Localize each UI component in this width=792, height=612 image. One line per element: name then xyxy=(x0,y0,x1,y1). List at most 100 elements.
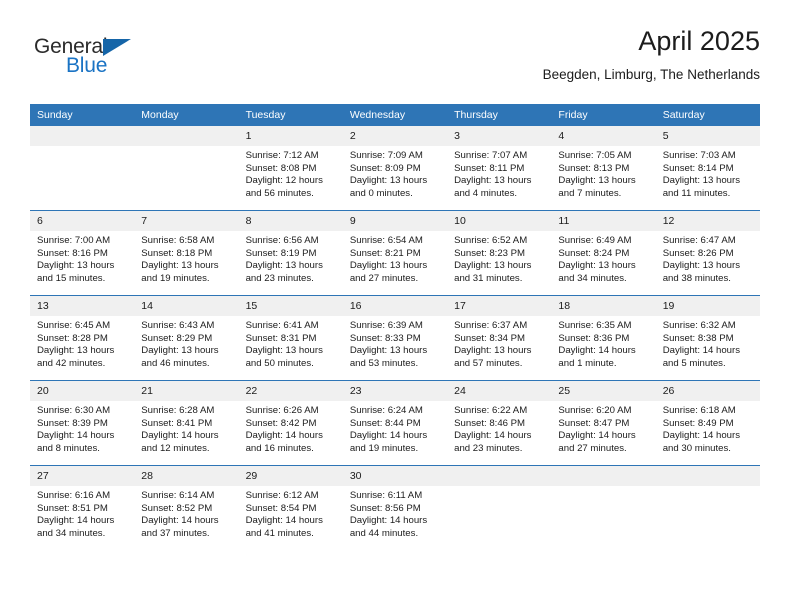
day-details: Sunrise: 6:39 AM Sunset: 8:33 PM Daylight:… xyxy=(343,316,447,370)
weekday-header-friday: Friday xyxy=(551,104,656,126)
sunrise-text: Sunrise: 7:05 AM xyxy=(558,150,632,161)
calendar-day-cell[interactable]: 11 Sunrise: 6:49 AM Sunset: 8:24 PM Dayligh… xyxy=(551,210,656,296)
daylight-text: Daylight: 14 hours xyxy=(37,430,115,442)
calendar-day-cell[interactable]: 8 Sunrise: 6:56 AM Sunset: 8:19 PM Daylight… xyxy=(238,210,343,296)
day-details: Sunrise: 6:22 AM Sunset: 8:46 PM Daylight:… xyxy=(447,401,551,455)
calendar-day-cell[interactable]: 24 Sunrise: 6:22 AM Sunset: 8:46 PM Dayligh… xyxy=(447,380,552,466)
sunrise-text: Sunrise: 6:30 AM xyxy=(37,405,111,416)
calendar-day-cell[interactable]: 14 Sunrise: 6:43 AM Sunset: 8:29 PM Dayligh… xyxy=(134,295,239,381)
daylight-text: Daylight: 12 hours xyxy=(245,175,323,187)
calendar-day-cell[interactable]: 7 Sunrise: 6:58 AM Sunset: 8:18 PM Daylight… xyxy=(134,210,239,296)
daylight-text: Daylight: 14 hours xyxy=(558,430,636,442)
calendar-day-cell[interactable]: 21 Sunrise: 6:28 AM Sunset: 8:41 PM Dayligh… xyxy=(134,380,239,466)
day-number: 1 xyxy=(238,126,343,146)
daylight-text-cont: and 31 minutes. xyxy=(454,272,523,284)
daylight-text: Daylight: 13 hours xyxy=(245,345,323,357)
day-details: Sunrise: 6:18 AM Sunset: 8:49 PM Daylight:… xyxy=(656,401,760,455)
daylight-text: Daylight: 13 hours xyxy=(141,260,219,272)
day-details: Sunrise: 6:56 AM Sunset: 8:19 PM Daylight:… xyxy=(239,231,343,285)
calendar-day-cell[interactable]: 26 Sunrise: 6:18 AM Sunset: 8:49 PM Dayligh… xyxy=(655,380,760,466)
sunrise-text: Sunrise: 6:14 AM xyxy=(141,490,215,501)
daylight-text-cont: and 8 minutes. xyxy=(37,442,100,454)
day-number: 6 xyxy=(30,211,135,231)
day-details: Sunrise: 7:00 AM Sunset: 8:16 PM Daylight:… xyxy=(30,231,134,285)
calendar-day-cell[interactable]: 2 Sunrise: 7:09 AM Sunset: 8:09 PM Daylight… xyxy=(342,126,448,211)
calendar-day-cell[interactable]: 3 Sunrise: 7:07 AM Sunset: 8:11 PM Daylight… xyxy=(447,126,552,211)
calendar-day-cell[interactable]: 28 Sunrise: 6:14 AM Sunset: 8:52 PM Dayligh… xyxy=(134,465,239,550)
sunset-text: Sunset: 8:33 PM xyxy=(349,332,421,344)
sunset-text: Sunset: 8:34 PM xyxy=(454,332,526,344)
sunrise-text: Sunrise: 7:09 AM xyxy=(349,150,423,161)
day-number: 18 xyxy=(551,296,656,316)
daylight-text: Daylight: 13 hours xyxy=(454,345,532,357)
day-number: 26 xyxy=(655,381,760,401)
daylight-text-cont: and 1 minute. xyxy=(558,357,617,369)
weekday-header-monday: Monday xyxy=(134,104,239,126)
sunrise-text: Sunrise: 6:24 AM xyxy=(349,405,423,416)
calendar-day-cell[interactable]: 4 Sunrise: 7:05 AM Sunset: 8:13 PM Daylight… xyxy=(551,126,656,211)
day-number: 17 xyxy=(447,296,552,316)
calendar-day-cell[interactable]: 13 Sunrise: 6:45 AM Sunset: 8:28 PM Dayligh… xyxy=(30,295,135,381)
daylight-text-cont: and 41 minutes. xyxy=(245,527,314,539)
calendar-day-cell[interactable]: 18 Sunrise: 6:35 AM Sunset: 8:36 PM Dayligh… xyxy=(551,295,656,381)
day-number: 30 xyxy=(342,466,448,486)
daylight-text-cont: and 4 minutes. xyxy=(454,187,518,199)
day-number: 27 xyxy=(30,466,135,486)
sunrise-text: Sunrise: 6:16 AM xyxy=(37,490,111,501)
daylight-text-cont: and 19 minutes. xyxy=(349,442,419,454)
day-details: Sunrise: 6:52 AM Sunset: 8:23 PM Daylight:… xyxy=(447,231,551,285)
sunset-text: Sunset: 8:09 PM xyxy=(349,162,421,174)
day-details: Sunrise: 6:20 AM Sunset: 8:47 PM Daylight:… xyxy=(551,401,655,455)
sunset-text: Sunset: 8:52 PM xyxy=(141,502,213,514)
day-details: Sunrise: 6:12 AM Sunset: 8:54 PM Daylight:… xyxy=(239,486,343,540)
calendar-day-cell[interactable]: 9 Sunrise: 6:54 AM Sunset: 8:21 PM Daylight… xyxy=(342,210,448,296)
daylight-text-cont: and 50 minutes. xyxy=(245,357,314,369)
calendar-day-cell[interactable]: 30 Sunrise: 6:11 AM Sunset: 8:56 PM Dayligh… xyxy=(342,465,448,550)
sunset-text: Sunset: 8:41 PM xyxy=(141,417,213,429)
calendar-day-cell[interactable]: 16 Sunrise: 6:39 AM Sunset: 8:33 PM Dayligh… xyxy=(342,295,448,381)
daylight-text: Daylight: 14 hours xyxy=(349,430,428,442)
sunset-text: Sunset: 8:18 PM xyxy=(141,247,213,259)
day-details: Sunrise: 7:09 AM Sunset: 8:09 PM Daylight:… xyxy=(343,146,447,200)
calendar-day-cell[interactable]: 12 Sunrise: 6:47 AM Sunset: 8:26 PM Dayligh… xyxy=(655,210,760,296)
sunset-text: Sunset: 8:13 PM xyxy=(558,162,630,174)
daylight-text: Daylight: 14 hours xyxy=(454,430,532,442)
day-number xyxy=(30,126,135,146)
day-number xyxy=(134,126,239,146)
sunrise-text: Sunrise: 6:49 AM xyxy=(558,235,632,246)
day-details: Sunrise: 6:28 AM Sunset: 8:41 PM Daylight:… xyxy=(134,401,238,455)
calendar-day-cell[interactable]: 22 Sunrise: 6:26 AM Sunset: 8:42 PM Dayligh… xyxy=(238,380,343,466)
calendar-day-cell[interactable]: 25 Sunrise: 6:20 AM Sunset: 8:47 PM Dayligh… xyxy=(551,380,656,466)
day-number: 25 xyxy=(551,381,656,401)
sunrise-text: Sunrise: 6:41 AM xyxy=(245,320,319,331)
sunset-text: Sunset: 8:21 PM xyxy=(349,247,421,259)
daylight-text: Daylight: 13 hours xyxy=(662,175,741,187)
day-number: 10 xyxy=(447,211,552,231)
calendar-day-cell[interactable]: 29 Sunrise: 6:12 AM Sunset: 8:54 PM Dayligh… xyxy=(238,465,343,550)
calendar-day-cell[interactable]: 1 Sunrise: 7:12 AM Sunset: 8:08 PM Daylight… xyxy=(238,126,343,211)
weekday-header-sunday: Sunday xyxy=(30,104,135,126)
sunrise-text: Sunrise: 6:20 AM xyxy=(558,405,632,416)
sunrise-text: Sunrise: 7:03 AM xyxy=(662,150,736,161)
calendar-day-cell[interactable]: 23 Sunrise: 6:24 AM Sunset: 8:44 PM Dayligh… xyxy=(342,380,448,466)
calendar-day-cell[interactable]: 19 Sunrise: 6:32 AM Sunset: 8:38 PM Dayligh… xyxy=(655,295,760,381)
calendar-day-cell[interactable]: 27 Sunrise: 6:16 AM Sunset: 8:51 PM Dayligh… xyxy=(30,465,135,550)
brand-logo[interactable]: General Blue xyxy=(34,36,164,86)
calendar-day-cell[interactable]: 5 Sunrise: 7:03 AM Sunset: 8:14 PM Daylight… xyxy=(655,126,760,211)
day-details: Sunrise: 6:54 AM Sunset: 8:21 PM Daylight:… xyxy=(343,231,447,285)
calendar-day-cell[interactable]: 10 Sunrise: 6:52 AM Sunset: 8:23 PM Dayligh… xyxy=(447,210,552,296)
daylight-text-cont: and 11 minutes. xyxy=(662,187,731,199)
day-number: 16 xyxy=(342,296,448,316)
calendar-day-cell[interactable]: 17 Sunrise: 6:37 AM Sunset: 8:34 PM Dayligh… xyxy=(447,295,552,381)
calendar-day-cell[interactable]: 20 Sunrise: 6:30 AM Sunset: 8:39 PM Dayligh… xyxy=(30,380,135,466)
sunrise-text: Sunrise: 7:12 AM xyxy=(245,150,319,161)
calendar-day-cell[interactable]: 6 Sunrise: 7:00 AM Sunset: 8:16 PM Daylight… xyxy=(30,210,135,296)
daylight-text: Daylight: 13 hours xyxy=(558,175,636,187)
daylight-text: Daylight: 14 hours xyxy=(37,515,115,527)
daylight-text-cont: and 0 minutes. xyxy=(349,187,413,199)
day-number: 20 xyxy=(30,381,135,401)
daylight-text-cont: and 34 minutes. xyxy=(37,527,106,539)
calendar-day-cell[interactable]: 15 Sunrise: 6:41 AM Sunset: 8:31 PM Dayligh… xyxy=(238,295,343,381)
day-number: 12 xyxy=(655,211,760,231)
sunset-text: Sunset: 8:31 PM xyxy=(245,332,317,344)
